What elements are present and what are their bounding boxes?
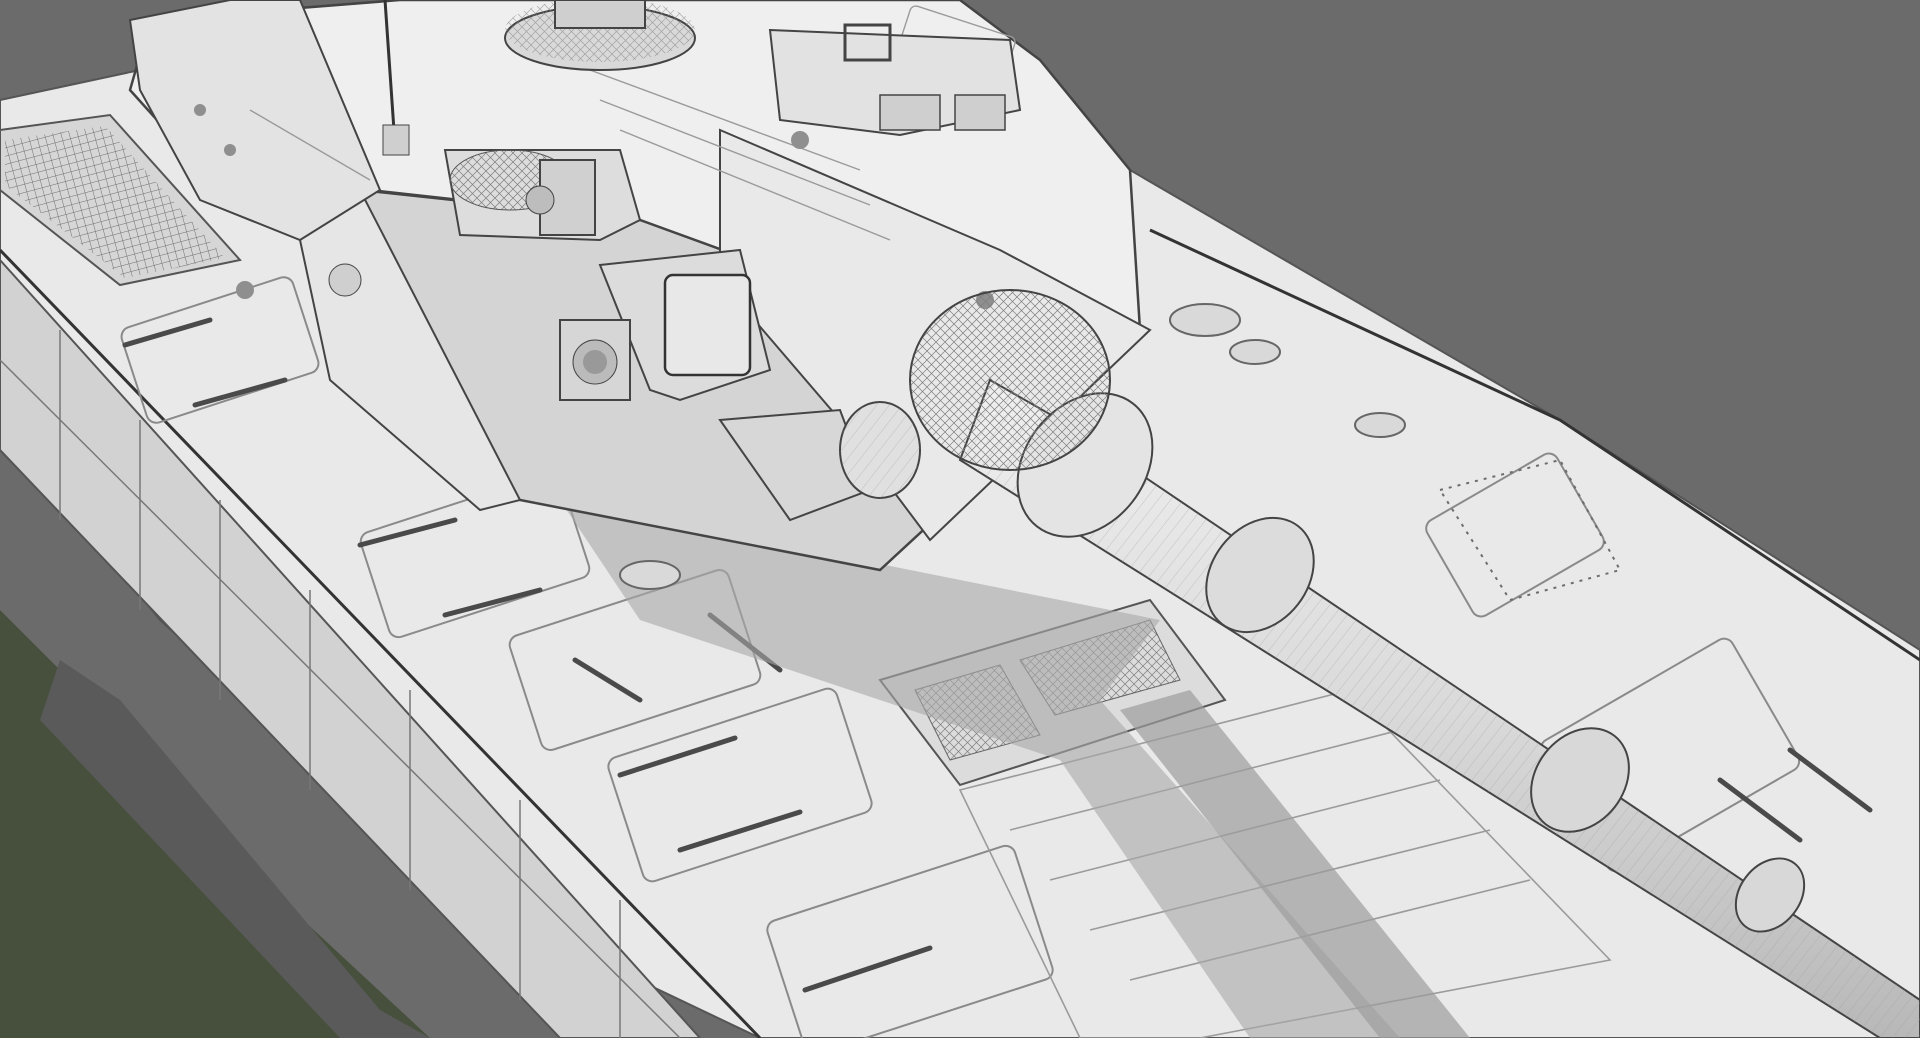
sight-box [768, 23, 1022, 137]
gun-mantlet-ring [909, 289, 1111, 471]
antenna-base [382, 124, 410, 156]
commander-cupola [504, 0, 696, 71]
tank-render-scene [0, 0, 1920, 1038]
sensor-pod [443, 149, 642, 242]
tank-render [0, 0, 1920, 1038]
